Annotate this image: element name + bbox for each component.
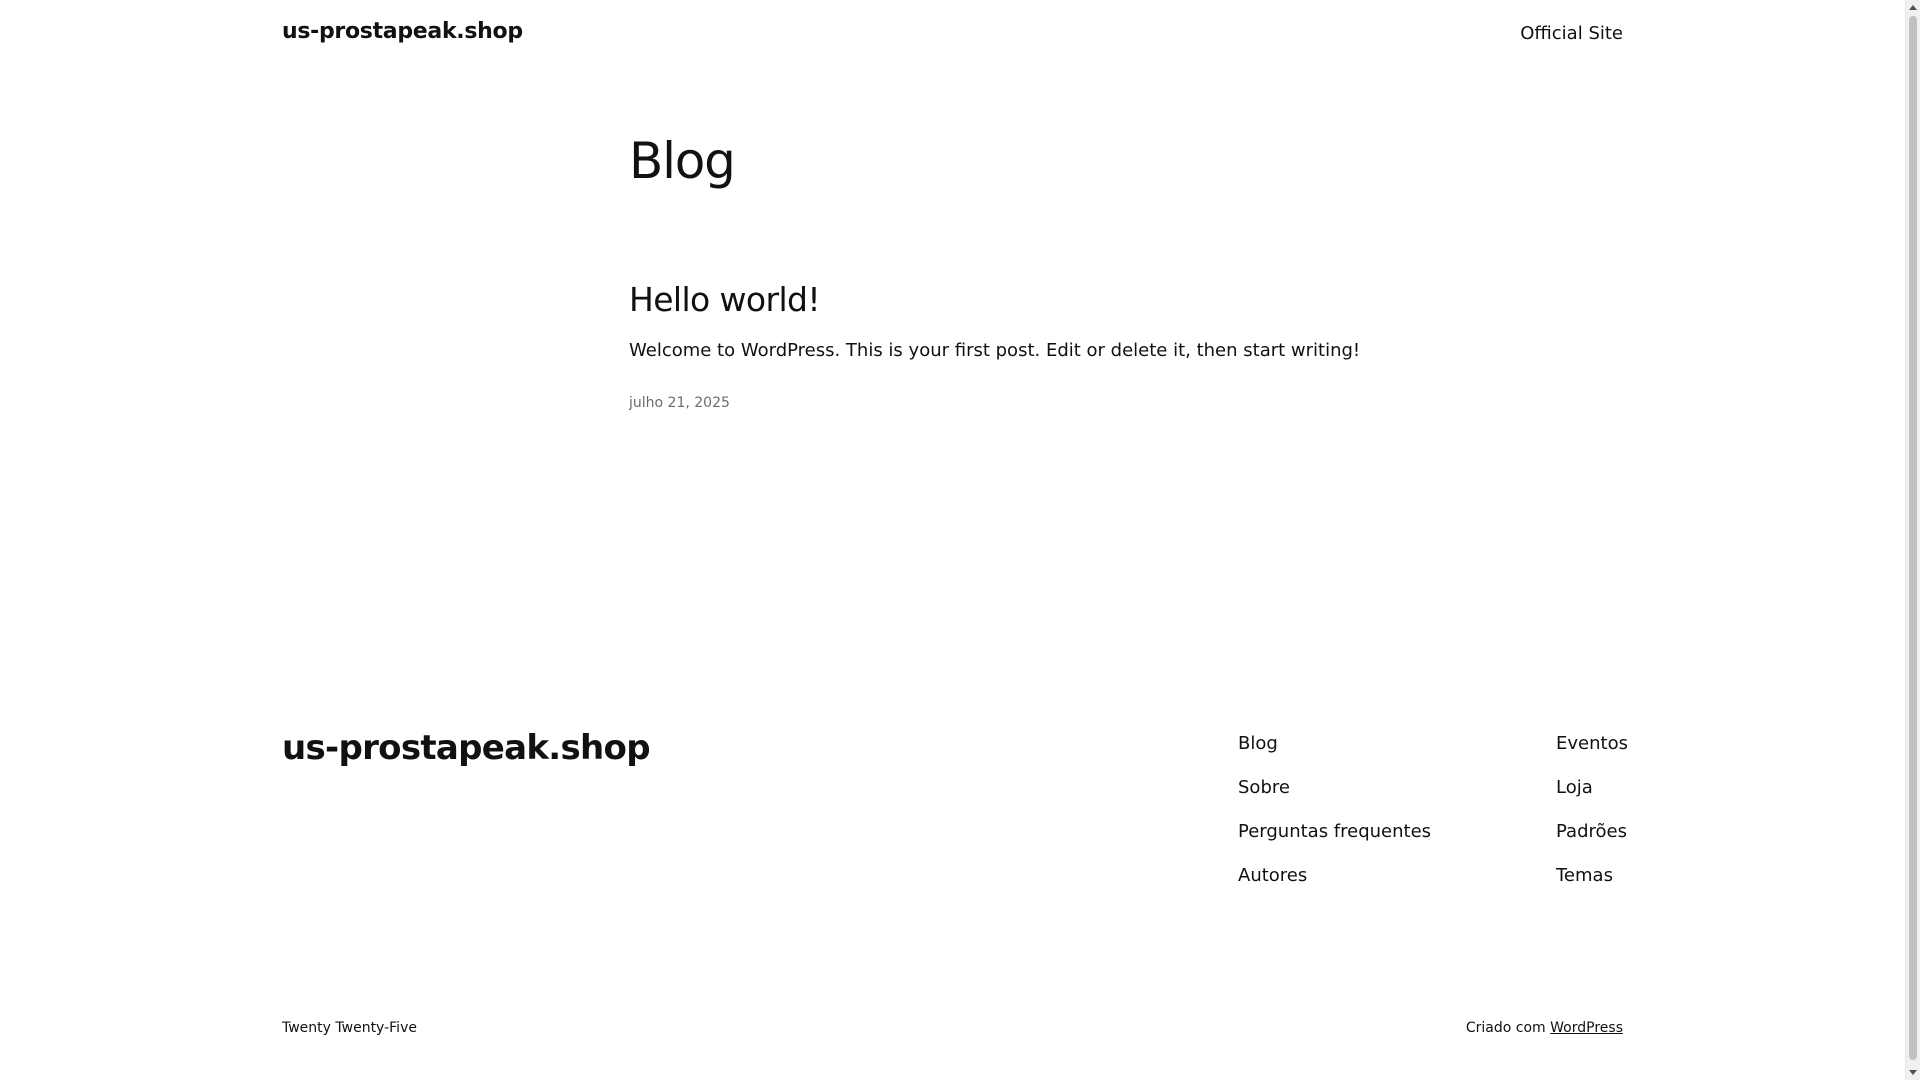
page: us-prostapeak.shop Official Site Blog He… (0, 0, 1905, 1080)
scrollbar-thumb[interactable] (1909, 16, 1917, 1060)
post-date: julho 21, 2025 (629, 395, 730, 411)
footer-link-loja[interactable]: Loja (1556, 777, 1593, 798)
scroll-up-arrow-icon[interactable] (1909, 5, 1917, 10)
footer-link-eventos[interactable]: Eventos (1556, 733, 1628, 754)
official-site-link[interactable]: Official Site (1520, 23, 1623, 44)
post-title-link[interactable]: Hello world! (629, 280, 821, 319)
theme-credit: Twenty Twenty-Five (282, 1020, 417, 1036)
footer-nav-column-1: Blog Sobre Perguntas frequentes Autores (1238, 733, 1431, 909)
footer-nav-item: Loja (1556, 777, 1628, 821)
post-title: Hello world! (629, 280, 821, 320)
footer-nav-item: Padrões (1556, 821, 1628, 865)
footer-nav-item: Eventos (1556, 733, 1628, 777)
footer-nav-item: Blog (1238, 733, 1431, 777)
footer-link-autores[interactable]: Autores (1238, 865, 1307, 886)
page-title: Blog (629, 132, 736, 190)
post-excerpt: Welcome to WordPress. This is your first… (629, 340, 1361, 361)
footer-link-blog[interactable]: Blog (1238, 733, 1278, 754)
footer-link-padroes[interactable]: Padrões (1556, 821, 1627, 842)
wordpress-link[interactable]: WordPress (1550, 1020, 1623, 1036)
site-title-link[interactable]: us-prostapeak.shop (282, 19, 523, 44)
made-with-prefix: Criado com (1465, 1020, 1546, 1036)
header-nav: Official Site (1520, 23, 1623, 44)
made-with-credit: Criado com WordPress (1466, 1020, 1623, 1036)
scroll-down-arrow-icon[interactable] (1909, 1070, 1917, 1075)
footer-site-title-link[interactable]: us-prostapeak.shop (282, 728, 651, 768)
footer-nav-item: Perguntas frequentes (1238, 821, 1431, 865)
footer-link-perguntas-frequentes[interactable]: Perguntas frequentes (1238, 821, 1431, 842)
vertical-scrollbar[interactable] (1905, 0, 1920, 1080)
footer-nav-item: Sobre (1238, 777, 1431, 821)
footer-nav-column-2: Eventos Loja Padrões Temas (1556, 733, 1628, 909)
footer-link-sobre[interactable]: Sobre (1238, 777, 1290, 798)
footer-nav-item: Temas (1556, 865, 1628, 909)
footer-nav-item: Autores (1238, 865, 1431, 909)
footer-link-temas[interactable]: Temas (1556, 865, 1613, 886)
